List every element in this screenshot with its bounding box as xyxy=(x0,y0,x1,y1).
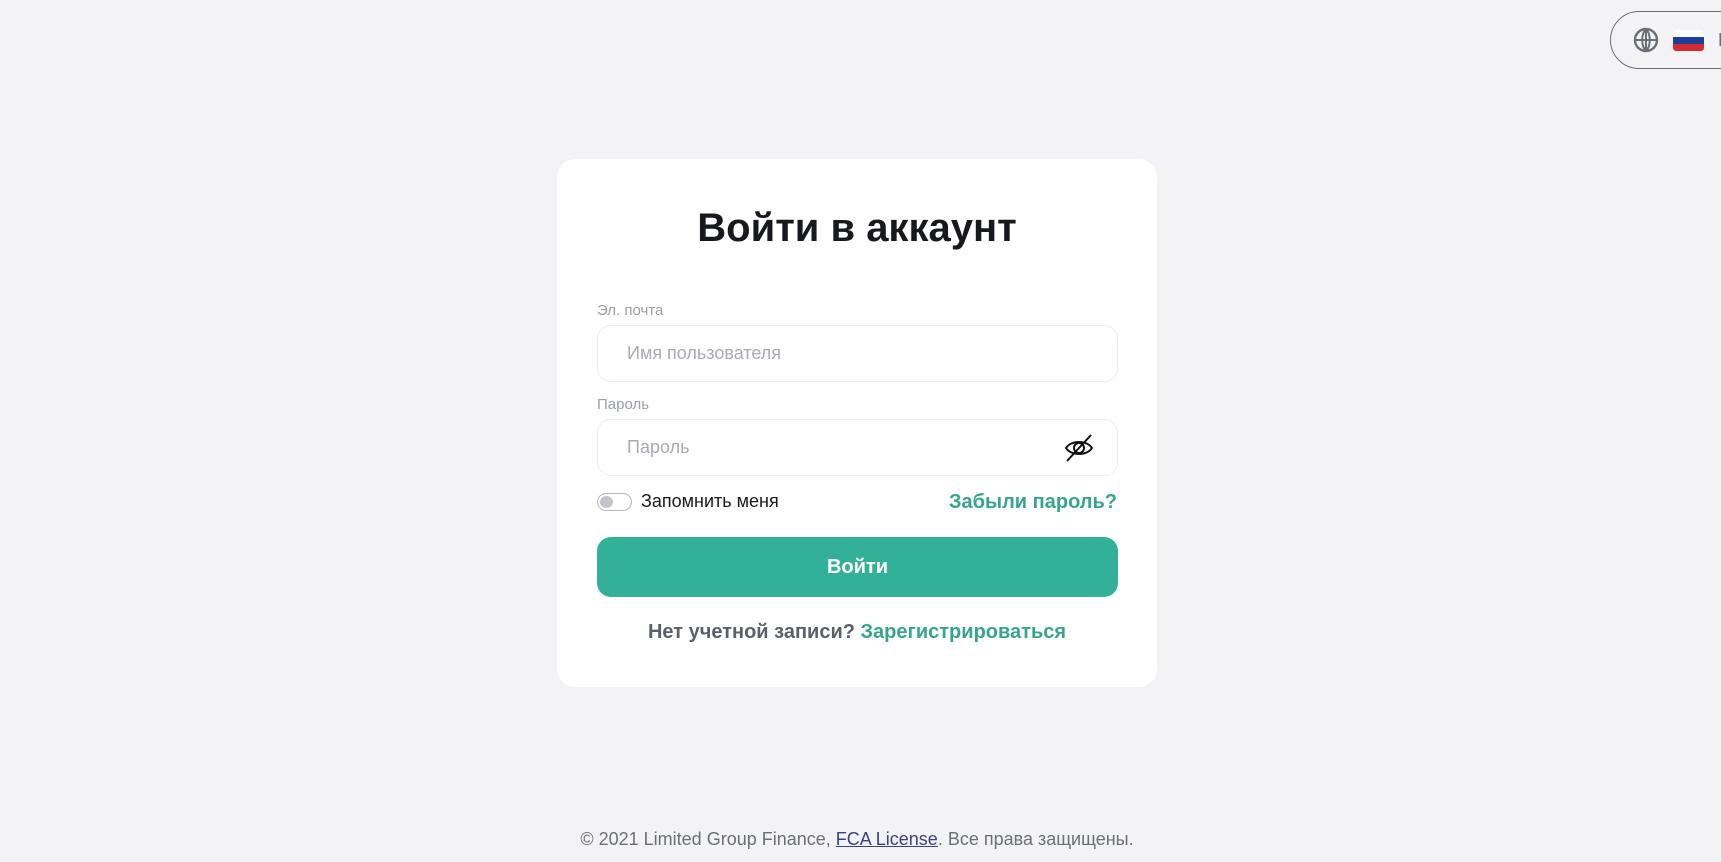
login-button[interactable]: Войти xyxy=(597,537,1118,597)
login-card: Войти в аккаунт Эл. почта Пароль Запомни… xyxy=(557,159,1157,687)
password-label: Пароль xyxy=(597,396,650,413)
fca-license-link[interactable]: FCA License xyxy=(836,829,938,849)
signup-prompt: Нет учетной записи? Зарегистрироваться xyxy=(557,621,1157,644)
page-title: Войти в аккаунт xyxy=(697,206,1017,250)
footer-copyright: © 2021 Limited Group Finance, xyxy=(580,829,836,849)
email-input[interactable] xyxy=(597,325,1118,382)
forgot-password-link[interactable]: Забыли пароль? xyxy=(949,491,1117,514)
footer: © 2021 Limited Group Finance, FCA Licens… xyxy=(0,829,1714,850)
remember-me-toggle[interactable] xyxy=(597,493,632,511)
no-account-text: Нет учетной записи? xyxy=(647,621,861,643)
password-input[interactable] xyxy=(597,419,1118,476)
footer-rights: . Все права защищены. xyxy=(937,829,1134,849)
russia-flag-icon xyxy=(1673,29,1704,51)
remember-me-label: Запомнить меня xyxy=(641,491,779,511)
globe-icon xyxy=(1633,27,1659,53)
language-switcher[interactable]: RU xyxy=(1610,11,1721,69)
eye-slash-icon[interactable] xyxy=(1063,432,1095,464)
toggle-knob xyxy=(600,496,613,508)
register-link[interactable]: Зарегистрироваться xyxy=(861,621,1067,643)
email-label: Эл. почта xyxy=(597,302,664,319)
